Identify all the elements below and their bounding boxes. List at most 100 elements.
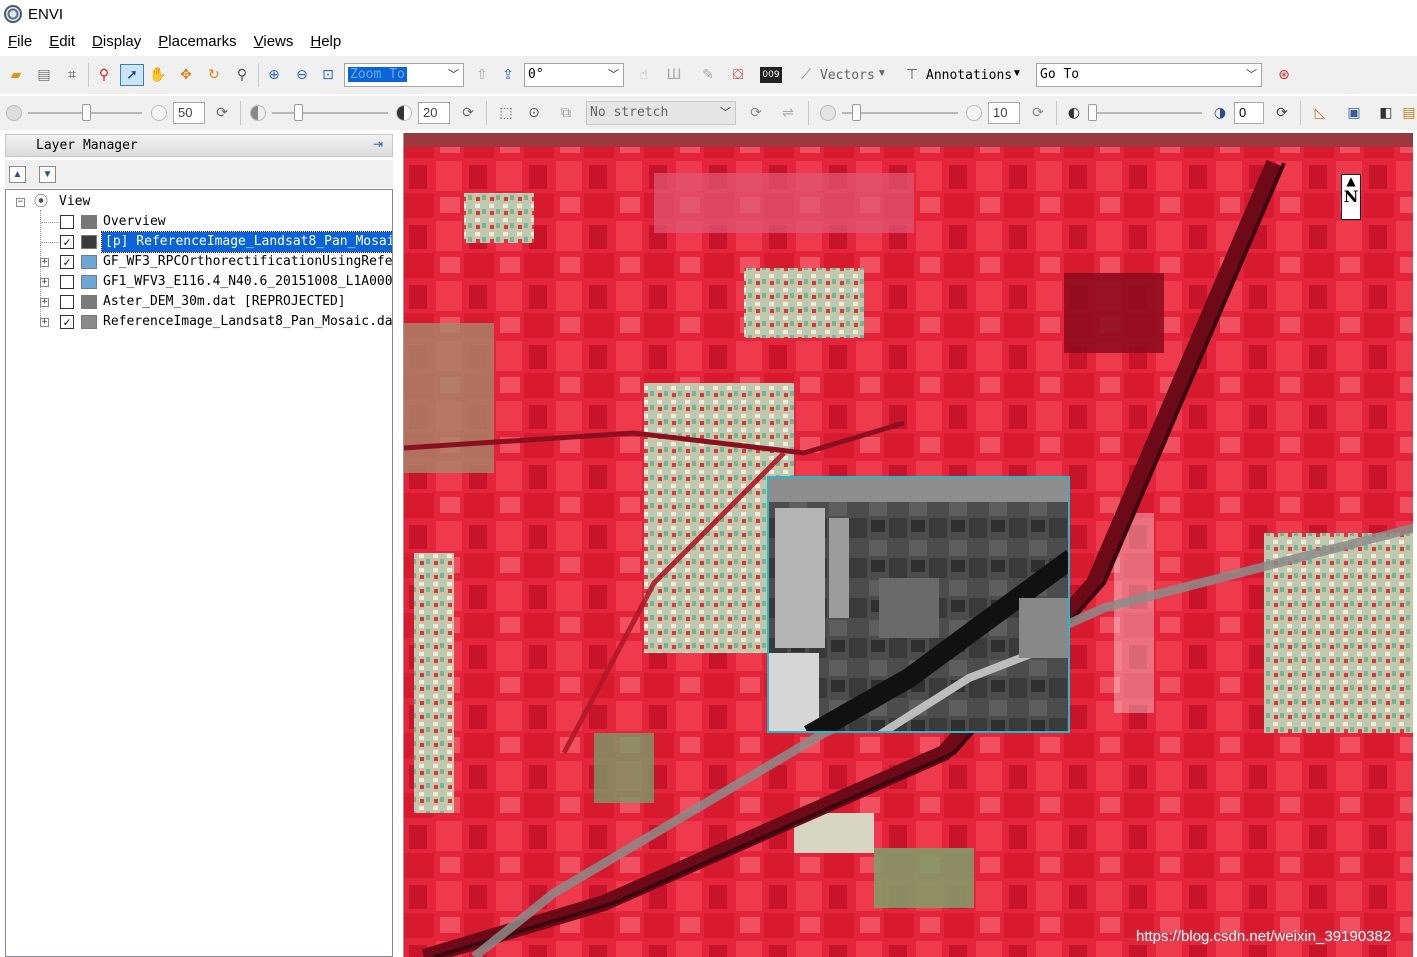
roi-icon[interactable]: ⛋: [728, 65, 748, 85]
menu-help[interactable]: Help: [310, 33, 341, 50]
transparency-slider-thumb[interactable]: [1088, 104, 1097, 121]
zoom-to-combo[interactable]: Zoom To ﹀: [344, 63, 464, 87]
expand-icon[interactable]: +: [40, 278, 49, 287]
expand-icon[interactable]: +: [40, 298, 49, 307]
annotations-dropdown-icon[interactable]: ▼: [1012, 68, 1022, 79]
rotate-angle-icon[interactable]: ⇪: [498, 65, 518, 85]
measure-icon[interactable]: ◺: [1310, 103, 1330, 123]
swipe-icon[interactable]: ☝: [634, 65, 654, 85]
menu-file[interactable]: File: [8, 33, 32, 50]
layer-visibility-checkbox[interactable]: ✓: [60, 235, 74, 249]
zoom-icon[interactable]: ⚲: [232, 65, 252, 85]
sharpen-value[interactable]: 10: [988, 102, 1020, 124]
image-view[interactable]: ▲ N: [403, 133, 1413, 957]
more-tools-icon[interactable]: ▤: [1402, 103, 1416, 123]
rotation-value: 0°: [528, 67, 544, 82]
rotate-icon[interactable]: ↻: [204, 65, 224, 85]
go-to-combo[interactable]: Go To ﹀: [1036, 63, 1262, 87]
layer-row[interactable]: + GF1_WFV3_E116.4_N40.6_20151008_L1A00010: [6, 272, 392, 292]
window-title: ENVI: [28, 5, 64, 23]
contrast-value[interactable]: 20: [418, 102, 450, 124]
layer-label: ReferenceImage_Landsat8_Pan_Mosaic.dat: [103, 314, 393, 329]
reset-brightness-icon[interactable]: ⟳: [212, 103, 232, 123]
chevron-down-icon: ﹀: [1246, 68, 1257, 81]
chevron-down-icon: ﹀: [608, 68, 619, 81]
pin-panel-icon[interactable]: ⇥: [368, 137, 388, 154]
counter-icon[interactable]: 009: [760, 67, 782, 83]
brightness-value[interactable]: 50: [173, 102, 205, 124]
pan-icon[interactable]: ✋: [148, 65, 168, 85]
overview-icon: [81, 215, 97, 229]
tree-root-view[interactable]: − ⦿ View: [6, 192, 392, 212]
menu-views[interactable]: Views: [254, 33, 294, 50]
reset-sharpen-icon[interactable]: ⟳: [1028, 103, 1048, 123]
layer-label: [p] ReferenceImage_Landsat8_Pan_Mosaic.: [100, 231, 392, 253]
raster-layer-icon: [81, 295, 97, 309]
annotations-icon[interactable]: ⊤: [902, 65, 922, 85]
layer-visibility-checkbox[interactable]: [60, 215, 74, 229]
rotate-north-icon[interactable]: ⇧: [472, 65, 492, 85]
vectors-dropdown-icon[interactable]: ▼: [877, 68, 887, 79]
expand-icon[interactable]: +: [40, 318, 49, 327]
crosshair-icon[interactable]: ⊛: [1274, 65, 1294, 85]
zoom-full-icon[interactable]: ⊡: [318, 65, 338, 85]
enhancement-toolbar: 50 ⟳ 20 ⟳ ⬚ ⊙ ⧉ No stretch ﹀ ⟳ ⇌ 10 ⟳ ◐ …: [0, 96, 1417, 130]
layer-row[interactable]: Overview: [6, 212, 392, 232]
reset-stretch-icon[interactable]: ⟳: [746, 103, 766, 123]
collapse-icon[interactable]: −: [16, 198, 25, 207]
contrast-slider-thumb[interactable]: [294, 104, 303, 121]
data-manager-icon[interactable]: ▤: [34, 65, 54, 85]
brightness-high-icon: [151, 105, 167, 121]
layer-visibility-checkbox[interactable]: [60, 295, 74, 309]
stretch-extent-icon[interactable]: ⬚: [496, 103, 516, 123]
rotation-combo[interactable]: 0° ﹀: [524, 63, 624, 87]
main-toolbar: ▰ ▤ ⌗ ⚲ ➚ ✋ ✥ ↻ ⚲ ⊕ ⊖ ⊡ Zoom To ﹀ ⇧ ⇪ 0°…: [0, 56, 1417, 94]
sharpen-slider-thumb[interactable]: [852, 104, 861, 121]
layer-row[interactable]: + Aster_DEM_30m.dat [REPROJECTED]: [6, 292, 392, 312]
fly-icon[interactable]: ✥: [176, 65, 196, 85]
stretch-settings-icon[interactable]: ⧉: [556, 103, 576, 123]
select-icon[interactable]: ➚: [120, 64, 144, 86]
flicker-icon[interactable]: Ш: [664, 65, 684, 85]
expand-all-icon[interactable]: ▼: [39, 166, 56, 183]
menu-edit[interactable]: Edit: [49, 33, 75, 50]
display-icon[interactable]: ◧: [1376, 103, 1396, 123]
tree-root-label: View: [59, 194, 91, 209]
expand-icon[interactable]: +: [40, 258, 49, 267]
transparency-slider-track[interactable]: [1090, 112, 1202, 114]
reset-contrast-icon[interactable]: ⟳: [458, 103, 478, 123]
raster-layer-icon: [81, 315, 97, 329]
histogram-icon[interactable]: ⇌: [778, 103, 798, 123]
title-bar: ENVI: [0, 0, 1417, 28]
transparency-value[interactable]: 0: [1234, 102, 1264, 124]
transparency-low-icon: ◐: [1067, 105, 1081, 121]
reset-transparency-icon[interactable]: ⟳: [1272, 103, 1292, 123]
menu-placemarks[interactable]: Placemarks: [158, 33, 236, 50]
collapse-all-icon[interactable]: ▲: [9, 166, 26, 183]
portal-icon[interactable]: ✎: [698, 65, 718, 85]
layer-row[interactable]: + ✓ GF_WF3_RPCOrthorectificationUsingRefer…: [6, 252, 392, 272]
contrast-slider-track[interactable]: [272, 112, 388, 114]
layer-visibility-checkbox[interactable]: ✓: [60, 315, 74, 329]
layer-label: Aster_DEM_30m.dat [REPROJECTED]: [103, 294, 346, 309]
zoom-out-icon[interactable]: ⊖: [292, 65, 312, 85]
vectors-icon[interactable]: ⟋: [796, 65, 816, 85]
open-icon[interactable]: ▰: [6, 65, 26, 85]
layer-row[interactable]: ✓ [p] ReferenceImage_Landsat8_Pan_Mosaic.: [6, 231, 392, 253]
crop-icon[interactable]: ⌗: [62, 65, 82, 85]
portal-window[interactable]: [767, 476, 1070, 733]
watermark-text: https://blog.csdn.net/weixin_39190382: [1136, 928, 1392, 945]
stretch-combo[interactable]: No stretch ﹀: [586, 101, 736, 125]
stretch-center-icon[interactable]: ⊙: [524, 103, 544, 123]
chip-icon[interactable]: ▣: [1344, 103, 1364, 123]
cursor-value-icon[interactable]: ⚲: [94, 65, 114, 85]
layer-row[interactable]: + ✓ ReferenceImage_Landsat8_Pan_Mosaic.dat: [6, 312, 393, 332]
zoom-in-icon[interactable]: ⊕: [264, 65, 284, 85]
brightness-slider-thumb[interactable]: [82, 104, 91, 121]
raster-layer-icon: [81, 235, 97, 249]
layer-visibility-checkbox[interactable]: ✓: [60, 255, 74, 269]
vectors-label[interactable]: Vectors: [820, 68, 875, 83]
annotations-label[interactable]: Annotations: [926, 68, 1012, 83]
layer-visibility-checkbox[interactable]: [60, 275, 74, 289]
menu-display[interactable]: Display: [92, 33, 141, 50]
